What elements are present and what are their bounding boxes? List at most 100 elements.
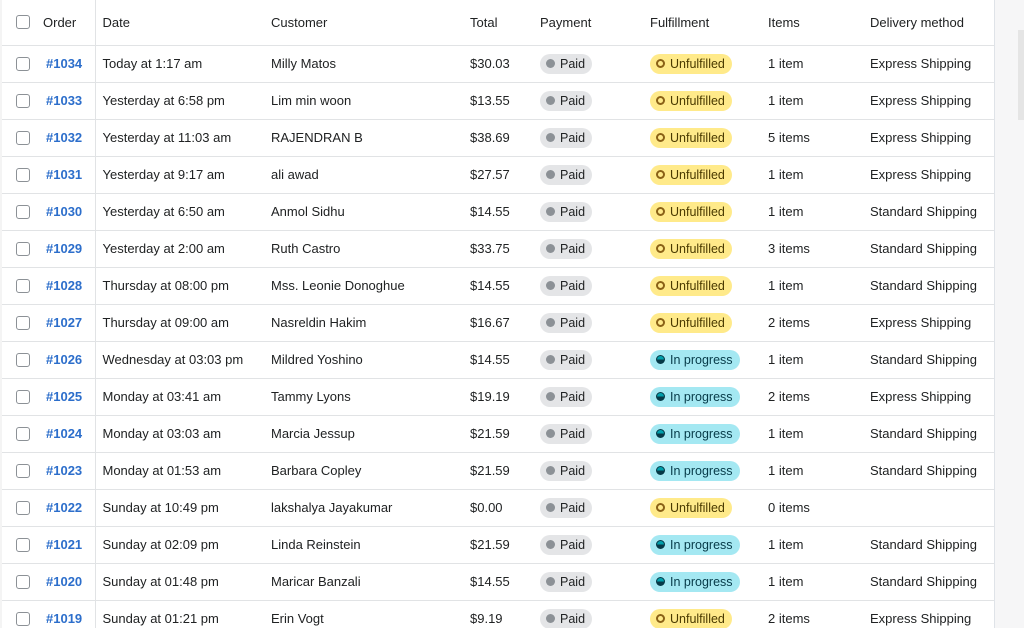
total-cell: $21.59 [470,463,510,478]
order-number-link[interactable]: #1021 [43,537,82,552]
order-number-link[interactable]: #1020 [43,574,82,589]
order-cell: #1034 [43,45,96,82]
row-checkbox[interactable] [16,537,30,552]
table-row[interactable]: #1027 Thursday at 09:00 am Nasreldin Hakim… [2,304,994,341]
order-number-link[interactable]: #1019 [43,611,82,626]
order-number-link[interactable]: #1025 [43,389,82,404]
row-checkbox[interactable] [16,56,30,71]
table-row[interactable]: #1020 Sunday at 01:48 pm Maricar Banzali $1… [2,563,994,600]
row-checkbox[interactable] [16,315,30,330]
table-row[interactable]: #1030 Yesterday at 6:50 am Anmol Sidhu $14.… [2,193,994,230]
table-row[interactable]: #1028 Thursday at 08:00 pm Mss. Leonie Don… [2,267,994,304]
row-checkbox[interactable] [16,352,30,367]
row-checkbox[interactable] [16,204,30,219]
row-checkbox[interactable] [16,611,30,626]
customer-cell: Maricar Banzali [271,574,361,589]
table-row[interactable]: #1034 Today at 1:17 am Milly Matos $30.03 Pa… [2,45,994,82]
filled-gray-dot-icon [546,207,555,216]
customer-cell: Anmol Sidhu [271,204,345,219]
payment-status-badge: Paid [540,275,593,296]
fulfillment-status-label: Unfulfilled [670,241,725,256]
order-number-link[interactable]: #1028 [43,278,82,293]
row-checkbox[interactable] [16,93,30,108]
table-row[interactable]: #1031 Yesterday at 9:17 am ali awad $27.57 P… [2,156,994,193]
order-number-link[interactable]: #1027 [43,315,82,330]
row-checkbox[interactable] [16,500,30,515]
order-number-link[interactable]: #1022 [43,500,82,515]
filled-gray-dot-icon [546,96,555,105]
order-cell: #1026 [43,341,96,378]
row-checkbox[interactable] [16,130,30,145]
half-filled-circle-icon [656,540,665,549]
row-checkbox[interactable] [16,167,30,182]
items-cell: 2 items [768,389,810,404]
order-cell: #1022 [43,489,96,526]
header-date[interactable]: Date [95,0,271,46]
table-row[interactable]: #1024 Monday at 03:03 am Marcia Jessup $21.… [2,415,994,452]
payment-cell: Paid [540,415,650,452]
delivery-method-cell: Standard Shipping [870,278,977,293]
date-cell: Sunday at 01:48 pm [102,574,219,589]
row-select-cell [2,415,43,452]
row-checkbox[interactable] [16,426,30,441]
fulfillment-cell: Unfulfilled [650,230,768,267]
order-number-link[interactable]: #1030 [43,204,82,219]
payment-cell: Paid [540,45,650,82]
fulfillment-status-badge: Unfulfilled [650,312,732,333]
row-checkbox[interactable] [16,574,30,589]
payment-cell: Paid [540,563,650,600]
fulfillment-status-badge: Unfulfilled [650,201,732,222]
table-row[interactable]: #1029 Yesterday at 2:00 am Ruth Castro $33.… [2,230,994,267]
order-cell: #1027 [43,304,96,341]
table-row[interactable]: #1021 Sunday at 02:09 pm Linda Reinstein $2… [2,526,994,563]
table-row[interactable]: #1033 Yesterday at 6:58 pm Lim min woon $13… [2,82,994,119]
header-fulfillment[interactable]: Fulfillment [650,0,768,46]
order-number-link[interactable]: #1032 [43,130,82,145]
row-checkbox[interactable] [16,278,30,293]
row-select-cell [2,489,43,526]
table-row[interactable]: #1023 Monday at 01:53 am Barbara Copley $21… [2,452,994,489]
header-total[interactable]: Total [470,0,540,46]
order-number-link[interactable]: #1024 [43,426,82,441]
order-number-link[interactable]: #1033 [43,93,82,108]
header-payment[interactable]: Payment [540,0,650,46]
customer-cell: Nasreldin Hakim [271,315,367,330]
orders-table: Order Date Customer Total Payment Fulfil… [2,0,994,628]
payment-status-badge: Paid [540,386,593,407]
table-header: Order Date Customer Total Payment Fulfil… [2,0,994,46]
order-number-link[interactable]: #1026 [43,352,82,367]
header-customer[interactable]: Customer [271,0,470,46]
half-filled-circle-icon [656,355,665,364]
payment-status-label: Paid [560,315,586,330]
select-all-checkbox[interactable] [16,15,30,30]
order-number-link[interactable]: #1031 [43,167,82,182]
table-row[interactable]: #1032 Yesterday at 11:03 am RAJENDRAN B $38… [2,119,994,156]
table-row[interactable]: #1026 Wednesday at 03:03 pm Mildred Yoshin… [2,341,994,378]
row-select-cell [2,341,43,378]
header-items[interactable]: Items [768,0,870,46]
row-checkbox[interactable] [16,241,30,256]
total-cell: $16.67 [470,315,510,330]
order-number-link[interactable]: #1023 [43,463,82,478]
table-row[interactable]: #1022 Sunday at 10:49 pm lakshalya Jayakum… [2,489,994,526]
payment-status-badge: Paid [540,90,593,111]
order-cell: #1021 [43,526,96,563]
table-row[interactable]: #1019 Sunday at 01:21 pm Erin Vogt $9.19 Pai… [2,600,994,628]
fulfillment-cell: Unfulfilled [650,119,768,156]
header-order[interactable]: Order [43,0,96,46]
row-checkbox[interactable] [16,463,30,478]
fulfillment-cell: In progress [650,526,768,563]
header-delivery-method[interactable]: Delivery method [870,0,994,46]
date-cell: Today at 1:17 am [102,56,203,71]
order-number-link[interactable]: #1034 [43,56,82,71]
items-cell: 1 item [768,204,804,219]
order-cell: #1032 [43,119,96,156]
table-body: #1034 Today at 1:17 am Milly Matos $30.03 Pa… [2,45,994,628]
order-number-link[interactable]: #1029 [43,241,82,256]
table-row[interactable]: #1025 Monday at 03:41 am Tammy Lyons $19.19… [2,378,994,415]
row-checkbox[interactable] [16,389,30,404]
date-cell: Yesterday at 9:17 am [102,167,225,182]
payment-cell: Paid [540,489,650,526]
fulfillment-status-badge: Unfulfilled [650,497,732,518]
date-cell: Thursday at 09:00 am [102,315,229,330]
